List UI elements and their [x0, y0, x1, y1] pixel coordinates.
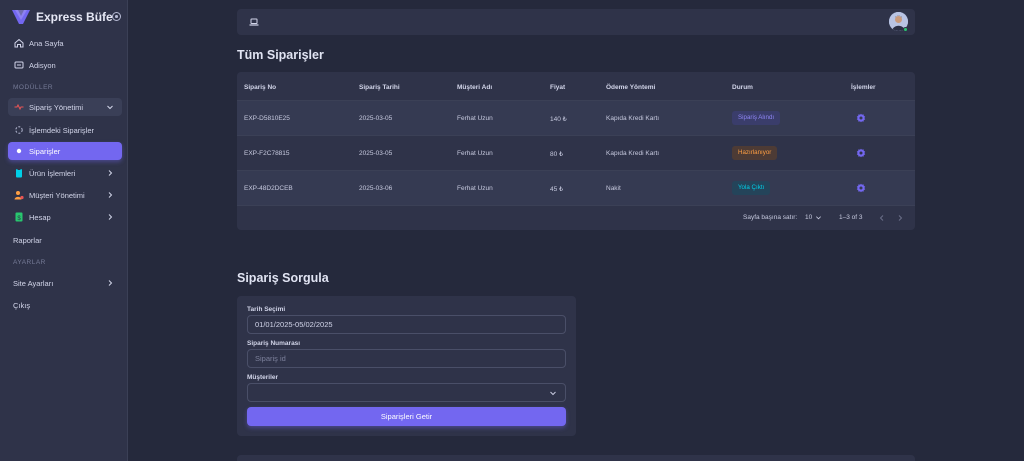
brand[interactable]: Express Büfe: [12, 8, 113, 26]
date-range-input[interactable]: 01/01/2025-05/02/2025: [247, 315, 566, 334]
customer-cell: Ferhat Uzun: [457, 115, 493, 122]
column-header[interactable]: Fiyat: [550, 84, 565, 91]
column-header[interactable]: Müşteri Adı: [457, 84, 492, 91]
brand-name: Express Büfe: [36, 10, 113, 24]
sidebar-item-logout[interactable]: Çıkış: [8, 296, 122, 314]
rows-per-page-label: Sayfa başına satır:: [743, 214, 798, 221]
sidebar-item-label: İşlemdeki Siparişler: [29, 125, 95, 135]
sidebar-item-orders[interactable]: Siparişler: [8, 142, 122, 160]
section-label-modules: MODÜLLER: [13, 84, 54, 91]
column-header[interactable]: Sipariş Tarihi: [359, 84, 400, 91]
sidebar-item-customer-management[interactable]: Müşteri Yönetimi: [8, 186, 122, 204]
sidebar-item-label: Siparişler: [29, 146, 61, 156]
payment-cell: Kapıda Kredi Kartı: [606, 150, 660, 157]
sidebar-item-reports[interactable]: Raporlar: [8, 231, 122, 249]
sidebar-item-site-settings[interactable]: Site Ayarları: [8, 274, 122, 292]
pagination-range: 1–3 of 3: [839, 214, 863, 221]
orders-table-card: Sipariş No Sipariş Tarihi Müşteri Adı Fi…: [237, 72, 915, 230]
sidebar-item-order-management[interactable]: Sipariş Yönetimi: [8, 98, 122, 116]
order-no-cell: EXP-D5810E25: [244, 115, 290, 122]
sidebar-item-label: Sipariş Yönetimi: [29, 102, 84, 112]
sidebar-toggle-icon[interactable]: [112, 12, 121, 21]
clipboard-icon: [14, 168, 24, 178]
sidebar-item-label: Hesap: [29, 212, 51, 222]
sidebar-item-label: Adisyon: [29, 60, 56, 70]
payment-cell: Kapıda Kredi Kartı: [606, 115, 660, 122]
chevron-right-icon: [108, 214, 113, 220]
user-icon: [14, 190, 24, 200]
payment-cell: Nakit: [606, 185, 621, 192]
sidebar-item-label: Ana Sayfa: [29, 38, 64, 48]
home-icon: [14, 38, 24, 48]
price-cell: 140 ₺: [550, 116, 567, 123]
sidebar-item-label: Ürün İşlemleri: [29, 168, 76, 178]
page-title: Tüm Siparişler: [237, 48, 324, 62]
fetch-orders-button[interactable]: Siparişleri Getir: [247, 407, 566, 426]
order-date-cell: 2025-03-05: [359, 150, 393, 157]
column-header[interactable]: Durum: [732, 84, 753, 91]
customer-cell: Ferhat Uzun: [457, 185, 493, 192]
sidebar-item-home[interactable]: Ana Sayfa: [8, 34, 122, 52]
gear-icon[interactable]: [856, 148, 866, 158]
order-no-input[interactable]: Sipariş id: [247, 349, 566, 368]
table-row[interactable]: EXP-48D2DCEB 2025-03-06 Ferhat Uzun 45 ₺…: [237, 170, 915, 205]
price-cell: 45 ₺: [550, 186, 564, 193]
order-no-cell: EXP-48D2DCEB: [244, 185, 293, 192]
sidebar-item-account[interactable]: $ Hesap: [8, 208, 122, 226]
pulse-icon: [14, 102, 24, 112]
bottom-card: [237, 455, 915, 461]
rows-per-page-select[interactable]: 10: [805, 214, 822, 221]
gear-icon[interactable]: [856, 113, 866, 123]
status-badge: Hazırlanıyor: [732, 146, 778, 160]
receipt-icon: [14, 60, 24, 70]
customers-label: Müşteriler: [247, 374, 279, 381]
sidebar-item-processing-orders[interactable]: İşlemdeki Siparişler: [8, 121, 122, 139]
table-row[interactable]: EXP-F2C78815 2025-03-05 Ferhat Uzun 80 ₺…: [237, 135, 915, 170]
order-no-label: Sipariş Numarası: [247, 340, 301, 347]
rows-per-page-value: 10: [805, 214, 813, 221]
sidebar-item-product-operations[interactable]: Ürün İşlemleri: [8, 164, 122, 182]
chevron-down-icon: [550, 391, 556, 396]
section-label-settings: AYARLAR: [13, 259, 46, 266]
circle-icon: [14, 146, 24, 156]
sidebar: Express Büfe Ana Sayfa Adisyon MODÜLLER …: [0, 0, 128, 461]
chevron-right-icon: [108, 170, 113, 176]
sidebar-item-label: Çıkış: [13, 300, 31, 310]
chevron-down-icon: [107, 105, 113, 110]
column-header[interactable]: Ödeme Yöntemi: [606, 84, 655, 91]
status-badge: Yola Çıktı: [732, 181, 771, 195]
chevron-right-icon[interactable]: [896, 214, 904, 222]
chevron-right-icon: [108, 280, 113, 286]
sidebar-item-label: Site Ayarları: [13, 278, 54, 288]
gear-icon[interactable]: [856, 183, 866, 193]
loader-icon: [14, 125, 24, 135]
order-date-cell: 2025-03-06: [359, 185, 393, 192]
order-query-card: Tarih Seçimi 01/01/2025-05/02/2025 Sipar…: [237, 296, 576, 436]
customer-cell: Ferhat Uzun: [457, 150, 493, 157]
sidebar-item-label: Raporlar: [13, 235, 42, 245]
date-range-label: Tarih Seçimi: [247, 306, 286, 313]
customers-select[interactable]: [247, 383, 566, 402]
sidebar-item-label: Müşteri Yönetimi: [29, 190, 85, 200]
money-icon: $: [14, 212, 24, 222]
date-range-value: 01/01/2025-05/02/2025: [255, 320, 333, 329]
chevron-down-icon: [816, 216, 822, 220]
column-header[interactable]: İşlemler: [851, 84, 876, 91]
column-header[interactable]: Sipariş No: [244, 84, 276, 91]
status-badge: Sipariş Alındı: [732, 111, 781, 125]
order-no-placeholder: Sipariş id: [255, 354, 286, 363]
sidebar-item-adisyon[interactable]: Adisyon: [8, 56, 122, 74]
order-date-cell: 2025-03-05: [359, 115, 393, 122]
order-no-cell: EXP-F2C78815: [244, 150, 290, 157]
top-navbar: [237, 9, 915, 35]
query-section-title: Sipariş Sorgula: [237, 271, 329, 285]
chevron-right-icon: [108, 192, 113, 198]
table-pagination: Sayfa başına satır: 10 1–3 of 3: [237, 205, 915, 230]
laptop-icon[interactable]: [249, 17, 259, 27]
table-row[interactable]: EXP-D5810E25 2025-03-05 Ferhat Uzun 140 …: [237, 100, 915, 135]
brand-logo-icon: [12, 10, 30, 24]
online-status-dot: [903, 27, 908, 32]
chevron-left-icon[interactable]: [878, 214, 886, 222]
price-cell: 80 ₺: [550, 151, 564, 158]
